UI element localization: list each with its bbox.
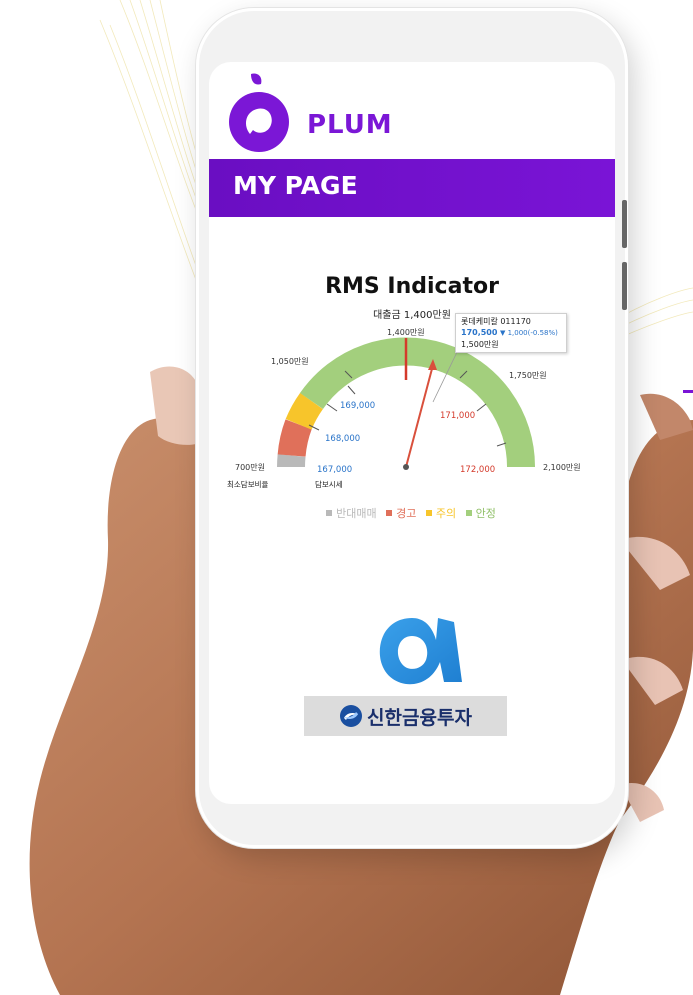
collateral-price-label: 담보시세 bbox=[315, 479, 343, 489]
app-logo[interactable]: PLUM bbox=[221, 70, 521, 156]
legend-label: 안정 bbox=[475, 507, 496, 520]
scale-label-1050: 1,050만원 bbox=[271, 357, 309, 366]
price-label-172000: 172,000 bbox=[460, 465, 495, 475]
scale-label-max: 2,100만원 bbox=[543, 463, 581, 472]
gauge-tick bbox=[476, 403, 487, 412]
gauge-tick bbox=[326, 403, 338, 412]
alpha-logo-icon bbox=[379, 618, 462, 685]
page-title: MY PAGE bbox=[233, 171, 358, 200]
decorative-dash bbox=[683, 390, 693, 393]
tooltip-change: ▼ 1,000(-0.58%) bbox=[499, 329, 558, 337]
gauge-segment-warning bbox=[277, 419, 312, 458]
legend-label: 경고 bbox=[396, 507, 417, 520]
gauge-tick bbox=[496, 442, 507, 447]
legend-swatch bbox=[465, 510, 472, 516]
needle-pivot bbox=[403, 464, 409, 470]
phone-screen: PLUM MY PAGE RMS Indicator 대출금 1,400만원 7… bbox=[209, 62, 615, 804]
brand-name: PLUM bbox=[307, 110, 393, 140]
tooltip-price: 170,500 bbox=[461, 328, 498, 337]
partner-section: 신한금융투자 bbox=[304, 592, 524, 736]
min-collateral-ratio-label: 최소담보비율 bbox=[227, 479, 268, 489]
gauge-legend: 반대매매 경고 주의 안정 bbox=[209, 505, 615, 521]
gauge-tick bbox=[347, 385, 356, 395]
gauge-needle bbox=[405, 364, 434, 468]
price-label-168000: 168,000 bbox=[325, 434, 360, 444]
partner-name: 신한금융투자 bbox=[367, 706, 472, 729]
tooltip-price-row: 170,500 ▼ 1,000(-0.58%) bbox=[461, 327, 561, 339]
price-label-167000: 167,000 bbox=[317, 465, 352, 475]
price-label-169000: 169,000 bbox=[340, 401, 375, 411]
legend-swatch bbox=[326, 510, 333, 516]
stock-tooltip: 롯데케미칼 011170 170,500 ▼ 1,000(-0.58%) 1,5… bbox=[455, 313, 567, 353]
gauge-segment-caution bbox=[285, 392, 324, 430]
scale-label-min: 700만원 bbox=[235, 463, 265, 472]
shinhan-banner[interactable]: 신한금융투자 bbox=[304, 696, 507, 736]
legend-item-liquidation: 반대매매 bbox=[326, 507, 378, 520]
legend-item-stable: 안정 bbox=[465, 507, 498, 520]
gauge-segment-liquidation bbox=[277, 454, 306, 468]
plum-logo-icon bbox=[229, 73, 289, 152]
price-label-171000: 171,000 bbox=[440, 411, 475, 421]
legend-item-caution: 주의 bbox=[425, 507, 458, 520]
legend-item-warning: 경고 bbox=[386, 507, 418, 520]
shinhan-emblem-icon bbox=[340, 705, 363, 727]
phone-side-button bbox=[622, 262, 627, 310]
phone-side-button bbox=[622, 200, 627, 248]
scale-label-1750: 1,750만원 bbox=[509, 371, 547, 380]
tooltip-amount: 1,500만원 bbox=[461, 340, 499, 349]
scale-label-1400: 1,400만원 bbox=[387, 328, 425, 337]
rms-gauge: 700만원 1,050만원 1,400만원 1,750만원 2,100만원 16… bbox=[227, 328, 581, 489]
legend-label: 반대매매 bbox=[336, 507, 377, 520]
tooltip-stock: 롯데케미칼 011170 bbox=[461, 317, 531, 326]
rms-indicator: RMS Indicator 대출금 1,400만원 700만원 1,050만원 … bbox=[209, 262, 615, 542]
header-bar: MY PAGE bbox=[209, 159, 615, 217]
legend-swatch bbox=[386, 510, 393, 516]
legend-label: 주의 bbox=[435, 507, 457, 520]
legend-swatch bbox=[425, 510, 432, 516]
